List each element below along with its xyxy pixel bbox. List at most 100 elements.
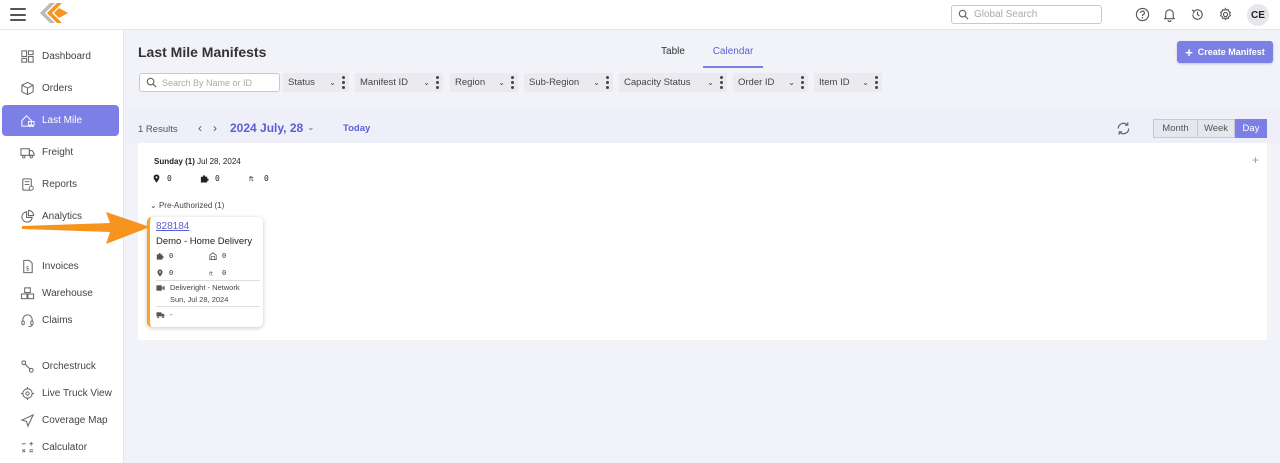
tab-table[interactable]: Table bbox=[652, 44, 694, 68]
weight-icon: ft bbox=[249, 176, 254, 183]
search-icon bbox=[958, 9, 969, 20]
global-search-box[interactable] bbox=[951, 5, 1102, 24]
calendar-date[interactable]: 2024 July, 28 bbox=[230, 121, 303, 135]
more-vertical-icon[interactable] bbox=[511, 76, 514, 89]
plus-icon: + bbox=[1185, 44, 1193, 60]
navigation-icon bbox=[20, 413, 35, 428]
sidebar-item-label: Dashboard bbox=[42, 51, 91, 62]
svg-text:ft: ft bbox=[209, 271, 214, 277]
filter-order-id[interactable]: Order ID ⌄ bbox=[733, 73, 808, 92]
chevron-left-icon[interactable]: ‹ bbox=[198, 121, 202, 135]
route-icon bbox=[21, 360, 34, 373]
card-truck-value: - bbox=[170, 310, 173, 319]
manifest-name: Demo - Home Delivery bbox=[156, 236, 253, 247]
gear-icon[interactable] bbox=[1218, 7, 1233, 22]
chevron-down-icon: ⌄ bbox=[498, 78, 505, 87]
search-icon bbox=[146, 77, 157, 88]
today-button[interactable]: Today bbox=[343, 123, 370, 134]
sidebar-item-dashboard[interactable]: Dashboard bbox=[2, 41, 119, 72]
card-truck: - bbox=[156, 310, 173, 319]
svg-text:$: $ bbox=[26, 264, 30, 272]
sidebar-item-label: Coverage Map bbox=[42, 415, 108, 426]
filter-sub-region[interactable]: Sub-Region ⌄ bbox=[524, 73, 613, 92]
weight-icon: ft bbox=[209, 271, 214, 277]
sidebar-item-reports[interactable]: Reports bbox=[2, 169, 119, 200]
filter-region[interactable]: Region ⌄ bbox=[450, 73, 518, 92]
more-vertical-icon[interactable] bbox=[436, 76, 439, 89]
card-divider bbox=[156, 280, 260, 281]
sidebar-item-freight[interactable]: Freight bbox=[2, 137, 119, 168]
sidebar-item-orders[interactable]: Orders bbox=[2, 73, 119, 104]
create-manifest-button[interactable]: + Create Manifest bbox=[1177, 41, 1273, 63]
box-icon bbox=[21, 81, 34, 96]
chevron-down-icon[interactable]: ⌄ bbox=[307, 122, 315, 133]
history-icon[interactable] bbox=[1190, 7, 1205, 22]
card-divider bbox=[156, 306, 260, 307]
sidebar-item-label: Claims bbox=[42, 315, 73, 326]
manifest-search-box[interactable] bbox=[139, 73, 280, 92]
warehouse-icon bbox=[209, 252, 217, 260]
view-month-button[interactable]: Month bbox=[1153, 119, 1198, 138]
stat-value: 0 bbox=[167, 174, 172, 183]
group-label: Pre-Authorized (1) bbox=[158, 201, 225, 210]
day-header: Sunday (1) Jul 28, 2024 bbox=[154, 157, 241, 166]
create-manifest-label: Create Manifest bbox=[1197, 47, 1265, 57]
headset-icon bbox=[21, 314, 34, 328]
target-icon bbox=[20, 386, 35, 401]
help-icon[interactable] bbox=[1135, 7, 1150, 22]
location-pin-icon bbox=[157, 269, 163, 277]
more-vertical-icon[interactable] bbox=[606, 76, 609, 89]
filter-status[interactable]: Status ⌄ bbox=[283, 73, 349, 92]
avatar[interactable]: CE bbox=[1247, 4, 1269, 26]
page-title: Last Mile Manifests bbox=[138, 44, 267, 60]
sidebar-item-label: Freight bbox=[42, 147, 74, 158]
day-header-name: Sunday (1) bbox=[154, 157, 195, 166]
card-capacity: 0 bbox=[209, 252, 226, 260]
day-stat-weight: ft 0 bbox=[249, 174, 269, 183]
sidebar-item-label: Orders bbox=[42, 83, 73, 94]
filter-label: Item ID bbox=[819, 77, 850, 88]
view-week-button[interactable]: Week bbox=[1197, 119, 1235, 138]
calendar-body bbox=[138, 143, 1267, 340]
top-bar: CE bbox=[0, 0, 1280, 30]
more-vertical-icon[interactable] bbox=[342, 76, 345, 89]
global-search-input[interactable] bbox=[974, 9, 1094, 20]
card-weight: ft 0 bbox=[209, 269, 226, 277]
card-network: Deliveright - Network bbox=[156, 283, 240, 292]
more-vertical-icon[interactable] bbox=[720, 76, 723, 89]
refresh-icon[interactable] bbox=[1115, 120, 1132, 137]
chevron-down-icon: ⌄ bbox=[862, 78, 869, 87]
sidebar-item-calculator[interactable]: Calculator bbox=[2, 432, 119, 463]
view-day-button[interactable]: Day bbox=[1235, 119, 1267, 138]
add-plus-icon[interactable]: + bbox=[1252, 153, 1259, 167]
calculator-icon bbox=[21, 441, 34, 453]
chevron-right-icon[interactable]: › bbox=[213, 121, 217, 135]
filter-label: Region bbox=[455, 77, 486, 88]
app-logo[interactable] bbox=[38, 1, 70, 25]
card-value: 0 bbox=[222, 269, 227, 277]
manifest-card[interactable]: 828184 Demo - Home Delivery 0 0 0 ft 0 D… bbox=[147, 217, 263, 327]
stat-value: 0 bbox=[264, 174, 269, 183]
hamburger-menu-icon[interactable] bbox=[10, 8, 26, 21]
card-value: 0 bbox=[169, 252, 174, 260]
filter-capacity-status[interactable]: Capacity Status ⌄ bbox=[619, 73, 727, 92]
bell-icon[interactable] bbox=[1162, 7, 1177, 22]
more-vertical-icon[interactable] bbox=[875, 76, 878, 89]
group-header[interactable]: ⌄ Pre-Authorized (1) bbox=[150, 201, 224, 210]
sidebar-item-label: Live Truck View bbox=[42, 388, 112, 399]
filter-item-id[interactable]: Item ID ⌄ bbox=[814, 73, 882, 92]
puzzle-icon bbox=[156, 253, 164, 260]
sidebar-item-label: Calculator bbox=[42, 442, 88, 453]
dashboard-icon bbox=[21, 50, 34, 63]
sidebar-item-last-mile[interactable]: Last Mile bbox=[2, 105, 119, 136]
report-icon bbox=[22, 178, 34, 191]
more-vertical-icon[interactable] bbox=[801, 76, 804, 89]
manifest-id-link[interactable]: 828184 bbox=[156, 221, 189, 232]
invoice-icon: $ bbox=[23, 259, 33, 274]
video-camera-icon bbox=[156, 284, 165, 291]
tab-calendar[interactable]: Calendar bbox=[703, 44, 763, 68]
sidebar-item-label: Invoices bbox=[42, 261, 79, 272]
filter-manifest-id[interactable]: Manifest ID ⌄ bbox=[355, 73, 443, 92]
manifest-search-input[interactable] bbox=[162, 77, 277, 88]
sidebar-item-claims[interactable]: Claims bbox=[2, 305, 119, 336]
